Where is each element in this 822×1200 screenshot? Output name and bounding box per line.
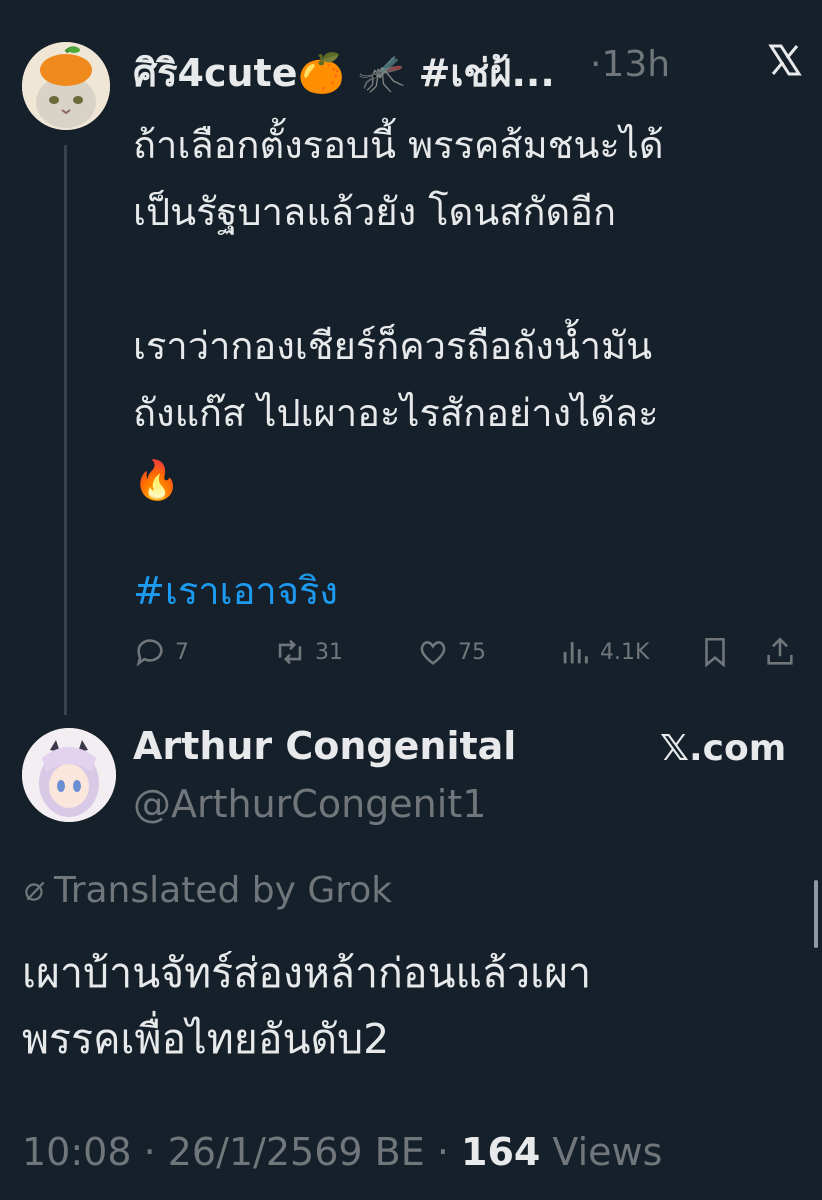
tweet-actions: 7 31 75 4.1K	[133, 635, 803, 675]
thread-line	[64, 145, 67, 715]
retweet-icon	[278, 639, 302, 665]
x-logo-icon[interactable]	[765, 40, 805, 80]
x-com-source: 𝕏.com	[660, 728, 787, 769]
views-label: Views	[540, 1130, 663, 1174]
post-timestamp[interactable]: 10:08 · 26/1/2569 BE ·	[22, 1130, 461, 1174]
share-button[interactable]	[763, 635, 805, 669]
reply-button[interactable]: 7	[133, 635, 189, 669]
views-button[interactable]: 4.1K	[558, 635, 649, 669]
tweet-author-name[interactable]: ศิริ4cute🍊 🦟 #เช่ฝ้...	[133, 42, 555, 103]
like-button[interactable]: 75	[416, 635, 486, 669]
avatar-anime-image	[22, 728, 116, 822]
share-icon	[767, 637, 793, 665]
time-value: 13h	[601, 44, 671, 85]
quoted-author-name[interactable]: Arthur Congenital	[133, 724, 516, 768]
bookmark-icon	[705, 637, 725, 668]
retweet-button[interactable]: 31	[273, 635, 343, 669]
comment-icon	[136, 639, 163, 667]
reply-count: 7	[175, 639, 189, 665]
scrollbar[interactable]	[814, 880, 818, 948]
time-separator: ·	[590, 44, 602, 85]
translated-by-label[interactable]: Translated by Grok	[22, 870, 392, 911]
bookmark-button[interactable]	[698, 635, 740, 669]
views-count: 4.1K	[600, 639, 650, 665]
views-number: 164	[461, 1130, 541, 1174]
quoted-avatar[interactable]	[22, 728, 116, 822]
quoted-author-handle[interactable]: @ArthurCongenit1	[133, 782, 486, 826]
like-count: 75	[458, 639, 486, 665]
avatar[interactable]	[22, 42, 110, 130]
post-meta: 10:08 · 26/1/2569 BE · 164 Views	[22, 1130, 662, 1174]
grok-icon	[25, 881, 45, 901]
quoted-text: เผาบ้านจัทร์ส่องหล้าก่อนแล้วเผา พรรคเพื่…	[22, 949, 592, 1063]
heart-icon	[420, 641, 446, 665]
avatar-cat-image	[22, 42, 110, 130]
tweet-time[interactable]: ·13h	[590, 44, 670, 85]
tweet-text: ถ้าเลือกตั้งรอบนี้ พรรคส้มชนะได้ เป็นรัฐ…	[133, 123, 664, 502]
hashtag-link[interactable]: #เราเอาจริง	[133, 560, 338, 621]
retweet-count: 31	[315, 639, 343, 665]
views-icon	[563, 642, 588, 664]
translated-text: Translated by Grok	[54, 870, 393, 911]
